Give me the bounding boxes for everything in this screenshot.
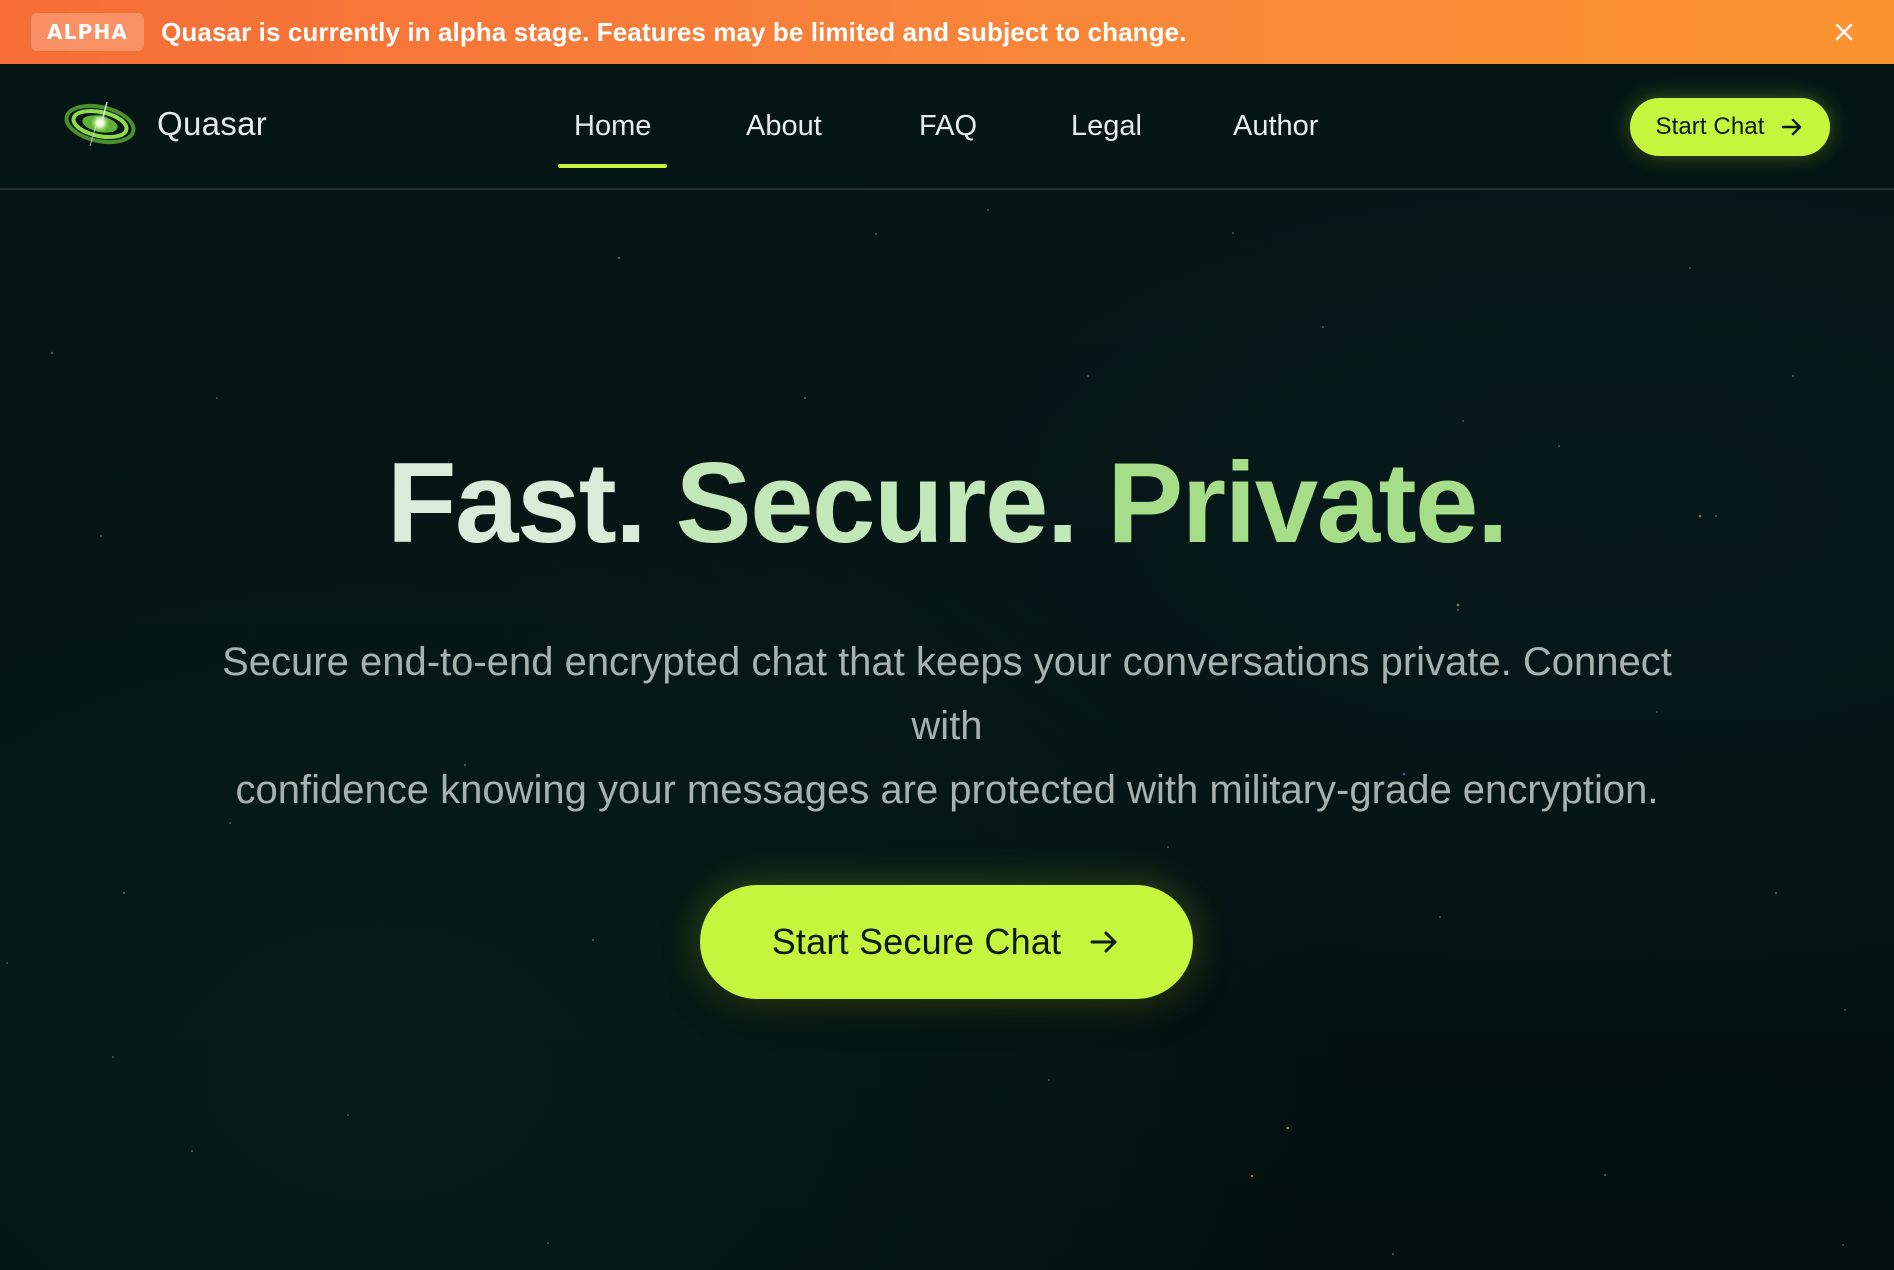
alpha-banner: ALPHA Quasar is currently in alpha stage… [0,0,1894,64]
hero-subtitle: Secure end-to-end encrypted chat that ke… [210,630,1684,822]
close-icon[interactable] [1830,18,1858,46]
start-secure-chat-label: Start Secure Chat [771,921,1062,962]
start-chat-button[interactable]: Start Chat [1630,98,1830,156]
arrow-right-icon [1090,931,1117,953]
hero-subtitle-line-1: Secure end-to-end encrypted chat that ke… [222,640,1672,748]
nav-item-author[interactable]: Author [1233,106,1318,146]
start-chat-label: Start Chat [1655,113,1765,140]
nav-item-home[interactable]: Home [557,106,668,168]
galaxy-logo-icon [64,101,136,147]
nav-item-legal[interactable]: Legal [1071,106,1142,146]
hero-title: Fast. Secure. Private. [0,440,1894,568]
brand-name: Quasar [157,105,268,142]
alpha-banner-message: Quasar is currently in alpha stage. Feat… [161,16,1187,47]
hero-title-word-private: Private. [1107,440,1508,567]
nav-item-about[interactable]: About [746,106,822,146]
hero-title-word-secure: Secure. [675,440,1079,567]
start-secure-chat-button[interactable]: Start Secure Chat [700,885,1193,999]
arrow-right-icon [1781,118,1801,136]
hero-title-word-fast: Fast. [386,440,647,567]
site-header: Quasar Home About FAQ Legal Author Start… [0,64,1894,190]
hero-subtitle-line-2: confidence knowing your messages are pro… [235,768,1659,812]
nav-item-faq[interactable]: FAQ [919,106,977,146]
brand-link[interactable]: Quasar [62,94,267,154]
alpha-badge: ALPHA [31,13,145,51]
